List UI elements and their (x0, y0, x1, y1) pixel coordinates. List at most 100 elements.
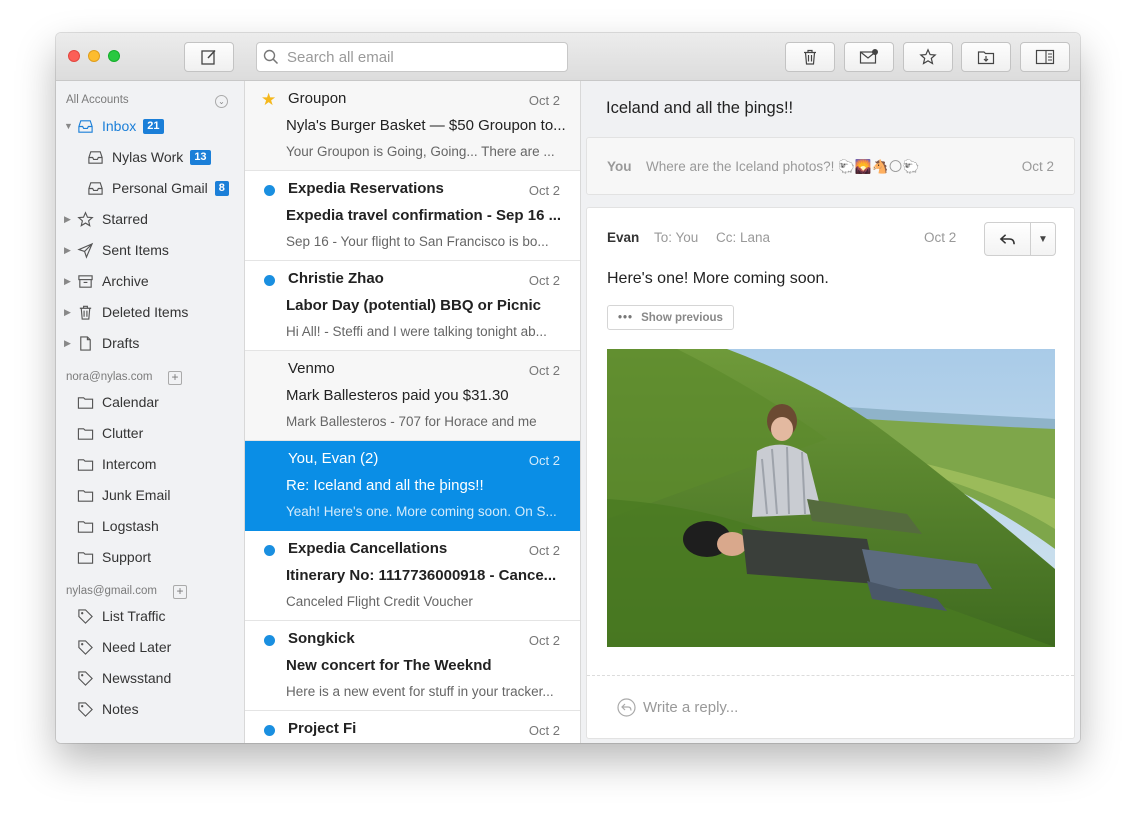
message-recipients[interactable]: To: You (654, 230, 698, 245)
message-cc[interactable]: Cc: Lana (716, 230, 770, 245)
reply-placeholder: Write a reply... (643, 699, 739, 716)
reading-pane-icon (1035, 49, 1055, 65)
sidebar-item-label: Starred (102, 211, 148, 227)
message-sender: You (607, 159, 632, 174)
thread-row[interactable]: Expedia Reservations Oct 2 Expedia trave… (245, 171, 580, 261)
expanded-message: Evan To: You Cc: Lana Oct 2 ▼ Here's one… (586, 207, 1075, 739)
app-window: All Accounts ⌄ ▼ Inbox 21 Nylas Work 13 … (56, 33, 1080, 743)
add-label-button[interactable]: + (173, 585, 187, 599)
unread-dot-icon[interactable] (264, 545, 275, 556)
sidebar-item-support[interactable]: Support (76, 545, 151, 569)
close-window-button[interactable] (68, 50, 80, 62)
sidebar-item-list-traffic[interactable]: List Traffic (76, 604, 166, 628)
thread-row[interactable]: ★ Groupon Oct 2 Nyla's Burger Basket — $… (245, 81, 580, 171)
thread-title: Iceland and all the þings!! (606, 99, 794, 117)
ellipsis-icon: ••• (618, 311, 634, 324)
thread-subject: Expedia travel confirmation - Sep 16 ... (286, 207, 562, 224)
thread-row[interactable]: Project Fi Oct 2 (245, 711, 580, 743)
move-to-folder-button[interactable] (961, 42, 1011, 72)
sidebar-item-starred[interactable]: ▶ Starred (64, 207, 148, 231)
thread-date: Oct 2 (528, 453, 560, 468)
message-snippet: Where are the Iceland photos?! 🐑🌄🐴🌕🐑 (646, 159, 920, 174)
sidebar-item-deleted[interactable]: ▶ Deleted Items (64, 300, 188, 324)
star-icon (76, 210, 94, 228)
unread-dot-icon[interactable] (264, 275, 275, 286)
tag-icon (76, 700, 94, 718)
thread-sender: Christie Zhao (288, 270, 384, 287)
sidebar-item-label: Need Later (102, 639, 172, 655)
folder-download-icon (977, 51, 995, 65)
thread-sender: Venmo (288, 360, 335, 377)
reply-icon (999, 233, 1015, 244)
trash-button[interactable] (785, 42, 835, 72)
compose-icon (201, 49, 216, 65)
trash-icon (76, 303, 94, 321)
sidebar-item-archive[interactable]: ▶ Archive (64, 269, 149, 293)
thread-date: Oct 2 (528, 723, 560, 738)
reply-options-dropdown[interactable]: ▼ (1031, 223, 1055, 255)
sidebar-item-label: Deleted Items (102, 304, 189, 320)
attached-photo[interactable] (607, 349, 1055, 647)
show-previous-button[interactable]: ••• Show previous (607, 305, 734, 330)
inbox-icon (86, 148, 104, 166)
sidebar-item-label: Notes (102, 701, 139, 717)
reading-pane: Iceland and all the þings!! You Where ar… (581, 81, 1080, 743)
thread-subject: Re: Iceland and all the þings!! (286, 477, 484, 494)
chevron-down-icon: ▼ (1038, 233, 1048, 245)
sidebar-item-label: Personal Gmail (112, 180, 208, 196)
search-bar[interactable] (256, 42, 568, 72)
expand-arrow-icon[interactable]: ▶ (64, 338, 76, 349)
sidebar-item-personal-gmail[interactable]: Personal Gmail 8 (86, 176, 229, 200)
reply-composer[interactable]: Write a reply... (587, 675, 1074, 738)
thread-list: ★ Groupon Oct 2 Nyla's Burger Basket — $… (245, 81, 581, 743)
thread-row[interactable]: Christie Zhao Oct 2 Labor Day (potential… (245, 261, 580, 351)
thread-subject: Labor Day (potential) BBQ or Picnic (286, 297, 542, 314)
collapsed-message[interactable]: You Where are the Iceland photos?! 🐑🌄🐴🌕🐑… (586, 137, 1075, 195)
expand-arrow-icon[interactable]: ▶ (64, 214, 76, 225)
sidebar-item-calendar[interactable]: Calendar (76, 390, 159, 414)
unread-dot-icon[interactable] (264, 185, 275, 196)
star-button[interactable] (903, 42, 953, 72)
mark-unread-button[interactable] (844, 42, 894, 72)
sidebar-item-label: List Traffic (102, 608, 166, 624)
expand-arrow-icon[interactable]: ▶ (64, 276, 76, 287)
unread-dot-icon[interactable] (264, 635, 275, 646)
unread-count-badge: 8 (214, 180, 229, 196)
sidebar-item-label: Junk Email (102, 487, 171, 503)
starred-icon[interactable]: ★ (261, 90, 276, 110)
send-icon (76, 241, 94, 259)
sidebar-item-junk-email[interactable]: Junk Email (76, 483, 170, 507)
sidebar-item-intercom[interactable]: Intercom (76, 452, 156, 476)
sidebar-item-notes[interactable]: Notes (76, 697, 139, 721)
sidebar-item-clutter[interactable]: Clutter (76, 421, 143, 445)
sidebar-item-logstash[interactable]: Logstash (76, 514, 159, 538)
sidebar-item-newsstand[interactable]: Newsstand (76, 666, 171, 690)
sidebar-item-need-later[interactable]: Need Later (76, 635, 171, 659)
thread-sender: Expedia Reservations (288, 180, 444, 197)
compose-button[interactable] (184, 42, 234, 72)
thread-row[interactable]: Venmo Oct 2 Mark Ballesteros paid you $3… (245, 351, 580, 441)
expand-arrow-icon[interactable]: ▶ (64, 245, 76, 256)
thread-row-selected[interactable]: You, Evan (2) Oct 2 Re: Iceland and all … (245, 441, 580, 531)
minimize-window-button[interactable] (88, 50, 100, 62)
collapse-icon[interactable]: ⌄ (215, 95, 228, 108)
sidebar-item-sent[interactable]: ▶ Sent Items (64, 238, 169, 262)
trash-icon (804, 49, 816, 65)
sidebar-item-label: Newsstand (102, 670, 172, 686)
expand-arrow-icon[interactable]: ▶ (64, 307, 76, 318)
sidebar-item-nylas-work[interactable]: Nylas Work 13 (86, 145, 211, 169)
add-folder-button[interactable]: + (168, 371, 182, 385)
sidebar-item-drafts[interactable]: ▶ Drafts (64, 331, 139, 355)
sidebar-item-inbox[interactable]: ▼ Inbox 21 (64, 114, 164, 138)
thread-row[interactable]: Songkick Oct 2 New concert for The Weekn… (245, 621, 580, 711)
reply-button[interactable] (985, 223, 1031, 255)
toggle-sidebar-button[interactable] (1020, 42, 1070, 72)
sidebar: All Accounts ⌄ ▼ Inbox 21 Nylas Work 13 … (56, 81, 245, 743)
zoom-window-button[interactable] (108, 50, 120, 62)
search-input[interactable] (287, 48, 557, 66)
unread-dot-icon[interactable] (264, 725, 275, 736)
expand-arrow-icon[interactable]: ▼ (64, 121, 76, 131)
archive-icon (76, 272, 94, 290)
thread-row[interactable]: Expedia Cancellations Oct 2 Itinerary No… (245, 531, 580, 621)
show-previous-label: Show previous (641, 311, 723, 324)
